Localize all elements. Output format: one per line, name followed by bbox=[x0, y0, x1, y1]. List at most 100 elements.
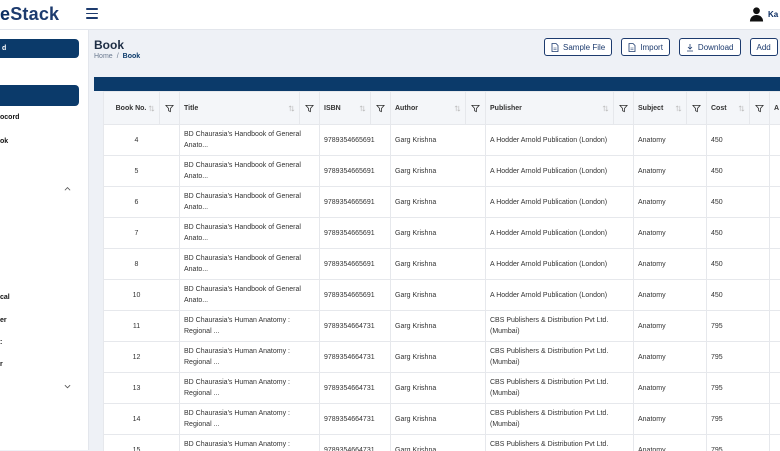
sidebar-item-record[interactable]: ocord bbox=[0, 114, 19, 121]
sidebar-item-medical[interactable]: cal bbox=[0, 294, 10, 301]
column-header[interactable]: Title bbox=[180, 92, 320, 125]
cell-text: BD Chaurasia's Handbook of General Anato… bbox=[184, 129, 315, 151]
cell-text: Anatomy bbox=[638, 259, 702, 270]
download-icon bbox=[686, 43, 694, 52]
download-button[interactable]: Download bbox=[679, 38, 741, 56]
sidebar-item-book[interactable]: ok bbox=[0, 138, 8, 145]
cell-text: 9789354665691 bbox=[324, 166, 386, 177]
table-cell: 9789354665691 bbox=[320, 280, 391, 311]
sidebar-item-selected[interactable] bbox=[0, 85, 79, 106]
cell-text: A Hodder Arnold Publication (London) bbox=[490, 290, 629, 301]
cell-text: Garg Krishna bbox=[395, 445, 481, 451]
cell-text: Garg Krishna bbox=[395, 228, 481, 239]
cell-text: CBS Publishers & Distribution Pvt Ltd. (… bbox=[490, 439, 629, 451]
table-cell: Anatomy bbox=[634, 311, 707, 342]
breadcrumb-home[interactable]: Home bbox=[94, 53, 113, 60]
table-row[interactable]: 7BD Chaurasia's Handbook of General Anat… bbox=[104, 218, 780, 249]
table-cell: 13 bbox=[104, 373, 180, 404]
sort-icon[interactable] bbox=[675, 105, 682, 112]
column-header[interactable]: ISBN bbox=[320, 92, 391, 125]
table-cell: CBS Publishers & Distribution Pvt Ltd. (… bbox=[486, 311, 634, 342]
table-cell: Garg Krishna bbox=[391, 404, 486, 435]
column-header[interactable]: Author bbox=[391, 92, 486, 125]
sample-file-label: Sample File bbox=[563, 43, 605, 52]
table-row[interactable]: 8BD Chaurasia's Handbook of General Anat… bbox=[104, 249, 780, 280]
column-header[interactable]: Subject bbox=[634, 92, 707, 125]
table-cell: Anatomy bbox=[634, 373, 707, 404]
sort-icon[interactable] bbox=[738, 105, 745, 112]
table-row[interactable]: 14BD Chaurasia's Human Anatomy : Regiona… bbox=[104, 404, 780, 435]
hamburger-icon[interactable] bbox=[86, 8, 98, 20]
sort-icon[interactable] bbox=[148, 105, 155, 112]
table-cell: 11 bbox=[104, 311, 180, 342]
table-row[interactable]: 15BD Chaurasia's Human Anatomy : Regiona… bbox=[104, 435, 780, 451]
table-cell: 9789354664731 bbox=[320, 373, 391, 404]
table-cell: Garg Krishna bbox=[391, 311, 486, 342]
filter-icon[interactable] bbox=[686, 92, 706, 125]
sidebar-item-active-top[interactable]: d bbox=[0, 39, 79, 58]
column-header[interactable]: Cost bbox=[707, 92, 770, 125]
table-cell: A Hodder Arnold Publication (London) bbox=[486, 218, 634, 249]
table-cell: 4 bbox=[104, 125, 180, 156]
table-row[interactable]: 12BD Chaurasia's Human Anatomy : Regiona… bbox=[104, 342, 780, 373]
table-cell: Anatomy bbox=[634, 156, 707, 187]
table-cell: 450 bbox=[707, 280, 770, 311]
brand-logo[interactable]: eStack bbox=[0, 4, 59, 25]
sidebar-item-other[interactable]: er bbox=[0, 317, 7, 324]
filter-icon[interactable] bbox=[465, 92, 485, 125]
sort-icon[interactable] bbox=[288, 105, 295, 112]
filter-icon[interactable] bbox=[749, 92, 769, 125]
table-cell: Anatomy bbox=[634, 125, 707, 156]
cell-text: BD Chaurasia's Human Anatomy : Regional … bbox=[184, 377, 315, 399]
table-row[interactable]: 5BD Chaurasia's Handbook of General Anat… bbox=[104, 156, 780, 187]
import-button[interactable]: Import bbox=[621, 38, 670, 56]
chevron-up-icon[interactable] bbox=[64, 185, 71, 192]
add-button[interactable]: Add bbox=[750, 38, 778, 56]
cell-text: 11 bbox=[108, 321, 165, 332]
table-cell: 8 bbox=[104, 249, 180, 280]
table-cell: 795 bbox=[707, 311, 770, 342]
table-cell bbox=[770, 156, 780, 187]
user-menu[interactable]: Ka bbox=[749, 6, 780, 22]
table-header-row: Book No.TitleISBN Author PublisherSubject C… bbox=[104, 92, 780, 125]
chevron-down-icon[interactable] bbox=[64, 383, 71, 390]
column-header-label: Author bbox=[395, 105, 418, 112]
table-cell bbox=[770, 187, 780, 218]
cell-text: A Hodder Arnold Publication (London) bbox=[490, 228, 629, 239]
table-cell: 795 bbox=[707, 435, 770, 451]
sort-icon[interactable] bbox=[602, 105, 609, 112]
column-header[interactable]: A bbox=[770, 92, 780, 125]
sort-icon[interactable] bbox=[359, 105, 366, 112]
sidebar-item-more[interactable]: r bbox=[0, 361, 3, 368]
add-label: Add bbox=[757, 43, 771, 52]
table-cell: Anatomy bbox=[634, 404, 707, 435]
cell-text: Anatomy bbox=[638, 290, 702, 301]
breadcrumb-separator: / bbox=[117, 53, 119, 60]
filter-icon[interactable] bbox=[159, 92, 179, 125]
cell-text: 450 bbox=[711, 259, 765, 270]
table-row[interactable]: 13BD Chaurasia's Human Anatomy : Regiona… bbox=[104, 373, 780, 404]
sidebar-item-misc[interactable]: : bbox=[0, 339, 2, 346]
user-name: Ka bbox=[768, 10, 780, 19]
filter-icon[interactable] bbox=[613, 92, 633, 125]
table-cell: Garg Krishna bbox=[391, 249, 486, 280]
table-row[interactable]: 11BD Chaurasia's Human Anatomy : Regiona… bbox=[104, 311, 780, 342]
sample-file-button[interactable]: Sample File bbox=[544, 38, 612, 56]
column-header[interactable]: Publisher bbox=[486, 92, 634, 125]
table-cell: Garg Krishna bbox=[391, 373, 486, 404]
column-header-label: Cost bbox=[711, 105, 727, 112]
cell-text: CBS Publishers & Distribution Pvt Ltd. (… bbox=[490, 377, 629, 399]
table-cell: BD Chaurasia's Human Anatomy : Regional … bbox=[180, 435, 320, 451]
table-row[interactable]: 10BD Chaurasia's Handbook of General Ana… bbox=[104, 280, 780, 311]
sort-icon[interactable] bbox=[454, 105, 461, 112]
table-row[interactable]: 4BD Chaurasia's Handbook of General Anat… bbox=[104, 125, 780, 156]
import-label: Import bbox=[640, 43, 663, 52]
cell-text: Anatomy bbox=[638, 352, 702, 363]
filter-icon[interactable] bbox=[370, 92, 390, 125]
table-cell: Anatomy bbox=[634, 187, 707, 218]
filter-icon[interactable] bbox=[299, 92, 319, 125]
cell-text: A Hodder Arnold Publication (London) bbox=[490, 197, 629, 208]
table-row[interactable]: 6BD Chaurasia's Handbook of General Anat… bbox=[104, 187, 780, 218]
column-header[interactable]: Book No. bbox=[104, 92, 180, 125]
cell-text: A Hodder Arnold Publication (London) bbox=[490, 135, 629, 146]
